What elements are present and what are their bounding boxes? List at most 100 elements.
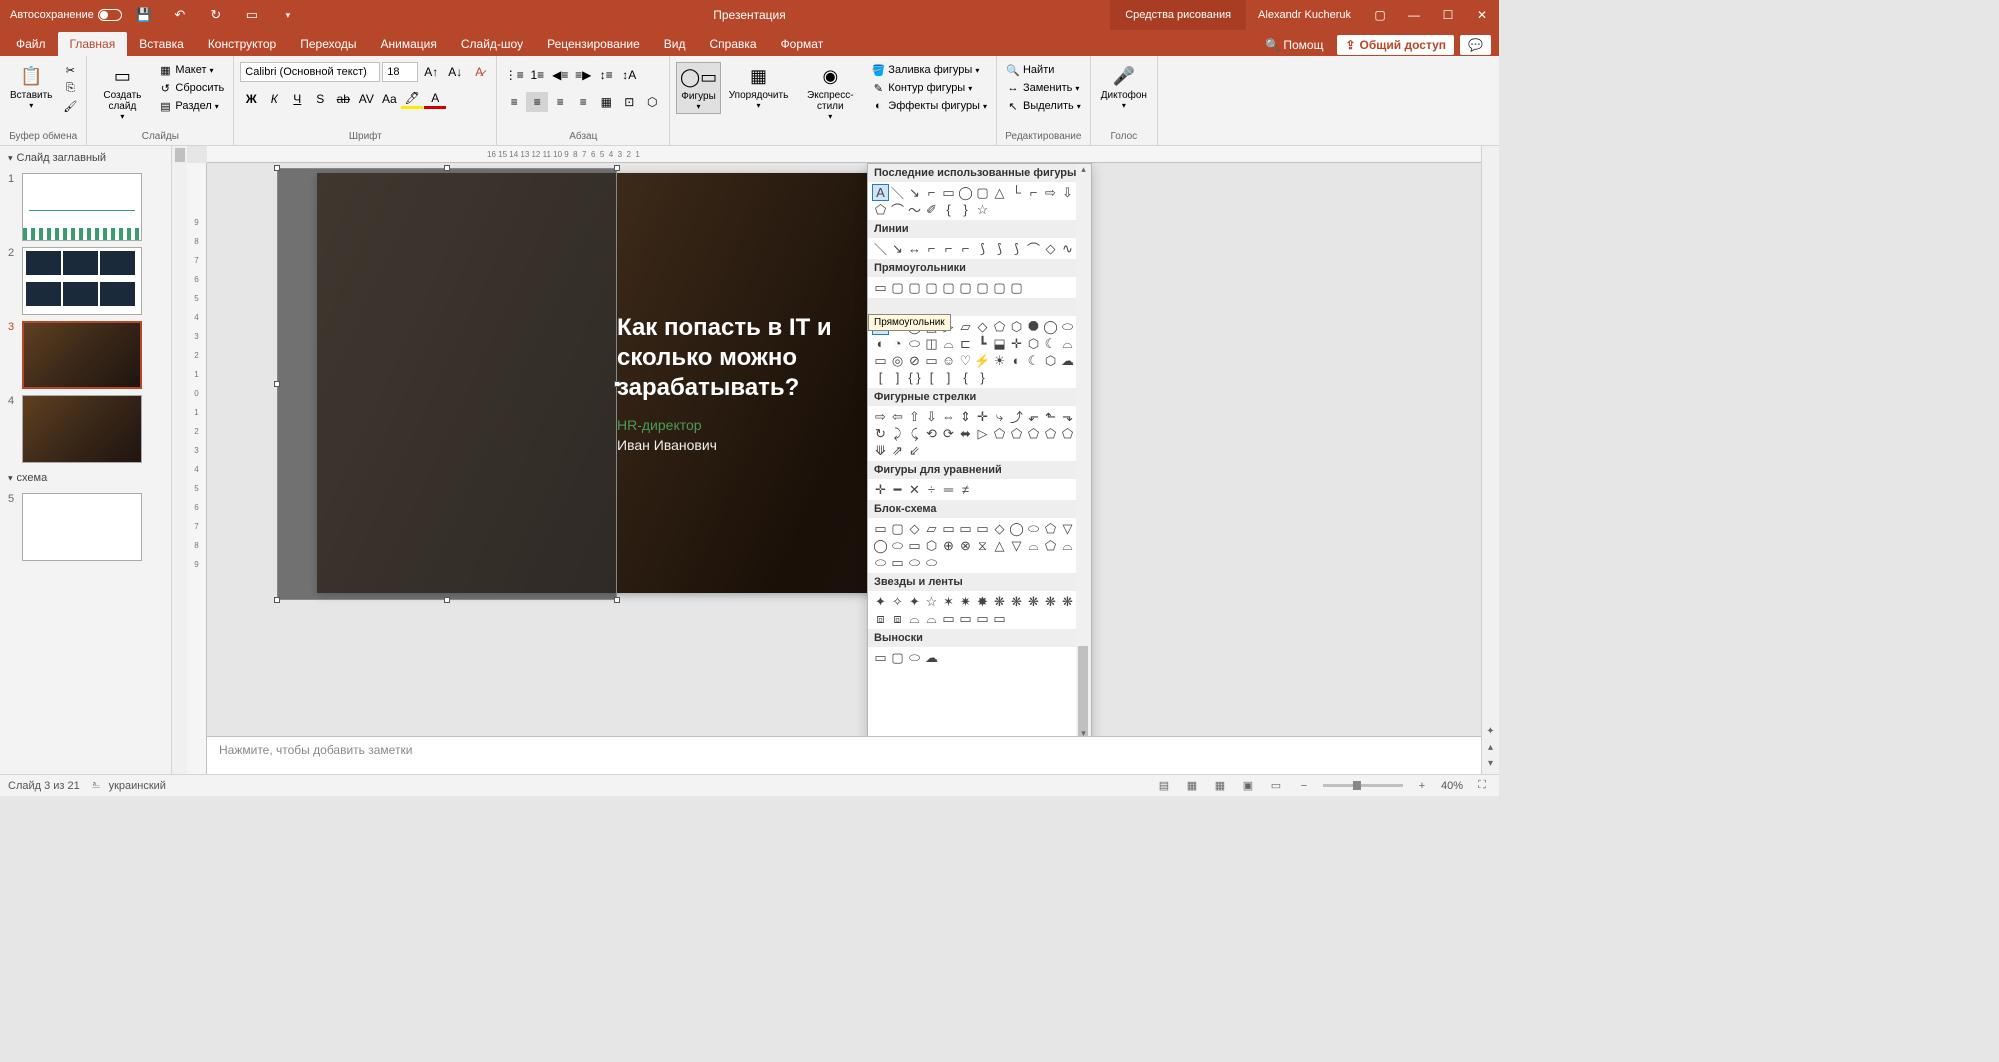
normal-view-icon[interactable]: ▦ <box>1183 778 1201 794</box>
shape-basic[interactable]: ◇ <box>974 318 991 335</box>
autosave-toggle[interactable]: Автосохранение <box>10 9 122 21</box>
shape-flow[interactable]: ▱ <box>923 520 940 537</box>
shape-basic[interactable]: } <box>974 369 991 386</box>
resize-handle[interactable] <box>444 597 450 603</box>
section-button[interactable]: ▤Раздел ▾ <box>155 98 227 114</box>
shape-arrow[interactable]: ⇨ <box>872 408 889 425</box>
resize-handle[interactable] <box>274 381 280 387</box>
shape-basic[interactable]: ☁ <box>1059 352 1076 369</box>
slide-counter[interactable]: Слайд 3 из 21 <box>8 780 80 792</box>
save-icon[interactable]: 💾 <box>130 1 158 29</box>
shape-callout[interactable]: ▭ <box>872 649 889 666</box>
fit-view-icon[interactable]: ⛶ <box>1473 778 1491 794</box>
shape-basic[interactable]: ┗ <box>974 335 991 352</box>
resize-handle[interactable] <box>444 165 450 171</box>
shape-eq[interactable]: ≠ <box>957 481 974 498</box>
shape-arrow[interactable]: ⟲ <box>923 425 940 442</box>
shape-basic[interactable]: ☀ <box>991 352 1008 369</box>
replace-button[interactable]: ↔Заменить ▾ <box>1003 80 1084 96</box>
align-center-button[interactable]: ≡ <box>526 92 548 112</box>
shapes-button[interactable]: ◯▭ Фигуры ▾ <box>676 62 720 114</box>
shape-arrow[interactable]: ▷ <box>974 425 991 442</box>
shape-ribbon[interactable]: ⌓ <box>923 610 940 627</box>
shape-basic[interactable]: [ <box>923 369 940 386</box>
zoom-out-icon[interactable]: − <box>1295 778 1313 794</box>
comments-button[interactable]: 💬 <box>1460 35 1491 55</box>
shape-star[interactable]: ✦ <box>872 593 889 610</box>
shape-flow[interactable]: ⬭ <box>1025 520 1042 537</box>
shape-star[interactable]: ✸ <box>974 593 991 610</box>
user-name[interactable]: Alexandr Kucheruk <box>1246 9 1363 21</box>
slide-section-title[interactable]: Слайд заглавный <box>0 146 171 170</box>
slide-thumbnail[interactable] <box>22 321 142 389</box>
selected-shape[interactable] <box>277 168 617 600</box>
underline-button[interactable]: Ч <box>286 89 308 109</box>
slide-thumb-5[interactable]: 5 <box>0 490 171 564</box>
notes-area[interactable]: Нажмите, чтобы добавить заметки <box>207 736 1481 774</box>
shape-basic[interactable]: ☾ <box>1042 335 1059 352</box>
format-painter-button[interactable]: 🖌 <box>60 98 80 114</box>
shape-arrow[interactable]: ⬐ <box>1025 408 1042 425</box>
increase-font-button[interactable]: A↑ <box>420 62 442 82</box>
shape-basic[interactable]: ☺ <box>940 352 957 369</box>
align-right-button[interactable]: ≡ <box>549 92 571 112</box>
qat-dropdown-icon[interactable]: ▾ <box>274 1 302 29</box>
copy-button[interactable]: ⎘ <box>60 80 80 96</box>
shape-ribbon[interactable]: ⌓ <box>906 610 923 627</box>
new-slide-button[interactable]: ▭ Создать слайд ▾ <box>93 62 151 123</box>
shape-flow[interactable]: ⬭ <box>872 554 889 571</box>
slideshow-view-icon[interactable]: ▭ <box>1267 778 1285 794</box>
shape-rect[interactable]: ▢ <box>991 279 1008 296</box>
align-left-button[interactable]: ≡ <box>503 92 525 112</box>
shape-star[interactable]: ❋ <box>1008 593 1025 610</box>
outdent-button[interactable]: ◀≡ <box>549 65 571 85</box>
shape-arrow[interactable]: ⟱ <box>872 442 889 459</box>
shape-rect[interactable]: ▢ <box>923 279 940 296</box>
slide-thumb-1[interactable]: 1 <box>0 170 171 244</box>
shape-basic[interactable]: ⌓ <box>940 335 957 352</box>
bullets-button[interactable]: ⋮≡ <box>503 65 525 85</box>
zoom-level[interactable]: 40% <box>1441 780 1463 792</box>
slide-subtitle-2[interactable]: Иван Иванович <box>617 437 717 453</box>
slide-thumb-3[interactable]: 3 <box>0 318 171 392</box>
shape-basic[interactable]: ⬭ <box>906 335 923 352</box>
shape-flow[interactable]: ▭ <box>957 520 974 537</box>
font-name-select[interactable] <box>240 62 380 82</box>
notes-view-icon[interactable]: ▤ <box>1155 778 1173 794</box>
shape-rect[interactable]: ▢ <box>889 279 906 296</box>
shape-basic[interactable]: ⬡ <box>1042 352 1059 369</box>
shape-basic[interactable]: ♡ <box>957 352 974 369</box>
shape-ribbon[interactable]: ▭ <box>940 610 957 627</box>
shape-basic[interactable]: ✛ <box>1008 335 1025 352</box>
indent-button[interactable]: ≡▶ <box>572 65 594 85</box>
shape-basic[interactable]: ] <box>889 369 906 386</box>
shape-flow[interactable]: ▭ <box>906 537 923 554</box>
shape-flow[interactable]: ⌐ <box>1025 184 1042 201</box>
prev-slide-icon[interactable]: ▴ <box>1485 742 1497 754</box>
clear-format-button[interactable]: A̷ <box>468 62 490 82</box>
shape-basic[interactable]: ⊏ <box>957 335 974 352</box>
shape-arrow[interactable]: ⤷ <box>991 408 1008 425</box>
shape-brace-l[interactable]: { <box>940 201 957 218</box>
shape-flow[interactable]: ⬭ <box>906 554 923 571</box>
shape-flow[interactable]: ◇ <box>991 520 1008 537</box>
shape-curve[interactable]: ⟆ <box>1008 240 1025 257</box>
shape-star[interactable]: ✶ <box>940 593 957 610</box>
shape-basic[interactable]: ☾ <box>1025 352 1042 369</box>
shape-outline-button[interactable]: ✎Контур фигуры ▾ <box>868 80 990 96</box>
smartart-button[interactable]: ⬡ <box>641 92 663 112</box>
shape-freeform[interactable]: ✐ <box>923 201 940 218</box>
shape-star[interactable]: ❋ <box>991 593 1008 610</box>
shape-star[interactable]: ❋ <box>1059 593 1076 610</box>
reading-view-icon[interactable]: ▣ <box>1239 778 1257 794</box>
undo-icon[interactable]: ↶ <box>166 1 194 29</box>
slide-section-scheme[interactable]: схема <box>0 466 171 490</box>
shape-flow[interactable]: ⬭ <box>889 537 906 554</box>
shape-line[interactable]: ＼ <box>889 184 906 201</box>
minimize-icon[interactable]: — <box>1397 0 1431 30</box>
slide-thumbnail[interactable] <box>22 247 142 315</box>
shape-star[interactable]: ☆ <box>923 593 940 610</box>
resize-handle[interactable] <box>614 597 620 603</box>
shape-l[interactable]: └ <box>1008 184 1025 201</box>
shape-rect[interactable]: ▢ <box>1008 279 1025 296</box>
